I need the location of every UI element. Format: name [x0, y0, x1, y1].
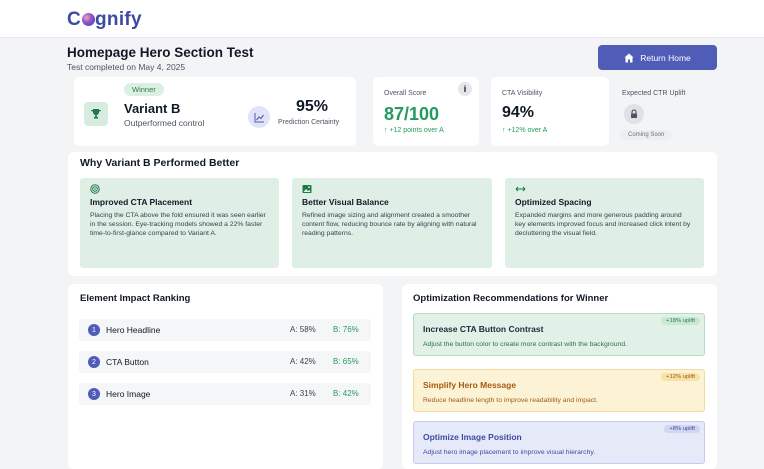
rank-label: Hero Headline	[106, 325, 161, 335]
overall-score-card: Overall Score i 87/100 ↑ +12 points over…	[373, 77, 479, 146]
uplift-badge: +12% uplift	[661, 373, 700, 381]
rank-label: Hero Image	[106, 389, 151, 399]
recommendations-title: Optimization Recommendations for Winner	[413, 293, 609, 304]
reason-title: Improved CTA Placement	[90, 197, 193, 207]
recommendation-item[interactable]: Optimize Image Position Adjust hero imag…	[413, 421, 705, 464]
reason-card: Better Visual Balance Refined image sizi…	[292, 178, 492, 268]
rank-score-a: A: 42%	[290, 357, 316, 366]
recommendation-item[interactable]: Simplify Hero Message Reduce headline le…	[413, 369, 705, 412]
lock-icon	[624, 104, 644, 124]
why-section: Why Variant B Performed Better Improved …	[68, 152, 717, 276]
winner-badge: Winner	[124, 83, 164, 96]
expected-ctr-label: Expected CTR Uplift	[622, 90, 686, 97]
reason-description: Placing the CTA above the fold ensured i…	[90, 212, 266, 237]
cta-visibility-value: 94%	[502, 104, 535, 121]
ranking-row[interactable]: 1 Hero Headline A: 58% B: 76%	[79, 319, 371, 341]
uplift-badge: +8% uplift	[664, 425, 700, 433]
prediction-certainty-label: Prediction Certainty	[278, 119, 340, 126]
winner-variant-name: Variant B	[124, 101, 181, 116]
rank-score-b: B: 76%	[333, 325, 359, 334]
recommendation-item[interactable]: Increase CTA Button Contrast Adjust the …	[413, 313, 705, 356]
reason-card: Improved CTA Placement Placing the CTA a…	[80, 178, 279, 268]
recommendation-description: Adjust the button color to create more c…	[423, 341, 628, 348]
uplift-badge: +18% uplift	[661, 317, 700, 325]
rank-number: 2	[88, 356, 100, 368]
home-icon	[624, 53, 634, 62]
trend-chart-icon	[248, 106, 270, 128]
expected-ctr-card: Expected CTR Uplift Coming Soon	[609, 77, 717, 146]
return-home-button[interactable]: Return Home	[598, 45, 717, 70]
target-icon	[90, 184, 269, 195]
recommendation-description: Adjust hero image placement to improve v…	[423, 449, 596, 456]
reason-description: Refined image sizing and alignment creat…	[302, 212, 477, 237]
why-section-title: Why Variant B Performed Better	[80, 157, 240, 169]
overall-score-value: 87/100	[384, 104, 440, 124]
logo-globe-icon	[81, 13, 95, 26]
overall-score-label: Overall Score	[384, 90, 427, 97]
rank-score-b: B: 42%	[333, 389, 359, 398]
rank-number: 1	[88, 324, 100, 336]
coming-soon-badge: Coming Soon	[620, 130, 673, 140]
reason-card: Optimized Spacing Expanded margins and m…	[505, 178, 704, 268]
recommendation-title: Optimize Image Position	[423, 432, 522, 442]
reason-title: Optimized Spacing	[515, 197, 592, 207]
rank-label: CTA Button	[106, 357, 149, 367]
recommendation-description: Reduce headline length to improve readab…	[423, 397, 598, 404]
arrows-horizontal-icon	[515, 184, 694, 195]
winner-card: Winner Variant B Outperformed control 95…	[74, 77, 356, 146]
logo-text-prefix: C	[67, 9, 82, 30]
rank-score-a: A: 58%	[290, 325, 316, 334]
prediction-certainty-value: 95%	[296, 98, 329, 115]
ranking-row[interactable]: 3 Hero Image A: 31% B: 42%	[79, 383, 371, 405]
overall-score-delta: ↑ +12 points over A	[384, 127, 444, 134]
cognify-logo[interactable]: Cgnify	[67, 9, 142, 31]
logo-text-suffix: gnify	[95, 9, 142, 30]
trophy-icon	[84, 102, 108, 126]
ranking-row[interactable]: 2 CTA Button A: 42% B: 65%	[79, 351, 371, 373]
rank-score-a: A: 31%	[290, 389, 316, 398]
image-icon	[302, 184, 482, 195]
rank-number: 3	[88, 388, 100, 400]
page-subtitle: Test completed on May 4, 2025	[67, 62, 186, 72]
cta-visibility-label: CTA Visibility	[502, 90, 543, 97]
recommendation-title: Simplify Hero Message	[423, 380, 517, 390]
info-icon[interactable]: i	[458, 82, 472, 96]
element-impact-ranking: Element Impact Ranking 1 Hero Headline A…	[68, 284, 383, 469]
top-bar: Cgnify	[0, 0, 764, 38]
reason-description: Expanded margins and more generous paddi…	[515, 212, 691, 237]
cta-visibility-card: CTA Visibility 94% ↑ +12% over A	[491, 77, 609, 146]
optimization-recommendations: Optimization Recommendations for Winner …	[402, 284, 717, 469]
reason-title: Better Visual Balance	[302, 197, 389, 207]
ranking-title: Element Impact Ranking	[80, 293, 191, 304]
return-home-label: Return Home	[640, 52, 691, 63]
recommendation-title: Increase CTA Button Contrast	[423, 324, 544, 334]
page-title: Homepage Hero Section Test	[67, 45, 254, 60]
winner-variant-subtitle: Outperformed control	[124, 118, 205, 128]
cta-visibility-delta: ↑ +12% over A	[502, 127, 548, 134]
rank-score-b: B: 65%	[333, 357, 359, 366]
